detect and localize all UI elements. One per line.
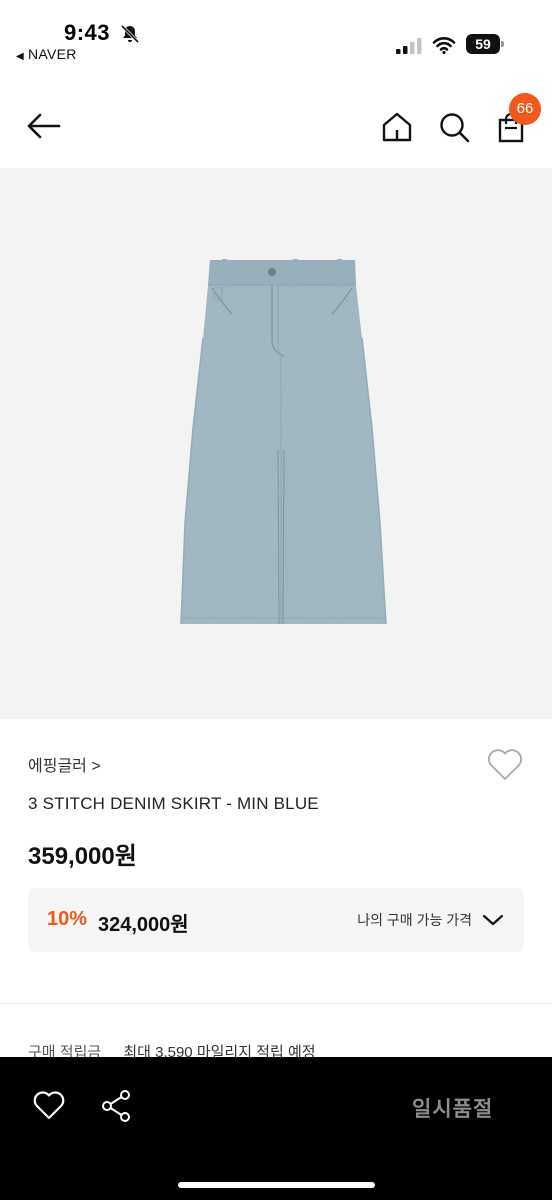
sold-out-button: 일시품절 xyxy=(412,1098,494,1121)
my-price-toggle[interactable]: 나의 구매 가능 가격 xyxy=(357,906,504,934)
cart-count-badge: 66 xyxy=(509,93,541,125)
back-app-label: NAVER xyxy=(28,46,77,62)
home-indicator xyxy=(178,1182,375,1188)
search-icon[interactable] xyxy=(437,110,471,144)
status-time: 9:43 xyxy=(64,20,111,45)
home-icon[interactable] xyxy=(380,110,414,144)
brand-link[interactable]: 에핑글러 > xyxy=(28,752,101,776)
battery-level: 59 xyxy=(466,34,500,54)
discount-rate: 10% xyxy=(47,908,88,930)
battery-indicator: 59 xyxy=(466,34,504,54)
discount-price: 324,000원 xyxy=(98,914,189,936)
app-header: 66 xyxy=(0,84,552,168)
signal-icon xyxy=(396,38,422,54)
share-icon[interactable] xyxy=(100,1089,132,1123)
wifi-icon xyxy=(432,37,456,55)
bell-slash-icon xyxy=(120,24,140,44)
heart-icon[interactable] xyxy=(486,746,524,782)
heart-icon[interactable] xyxy=(32,1089,66,1121)
section-divider xyxy=(0,1003,552,1004)
status-bar: 9:43 ◀ NAVER 59 xyxy=(0,0,552,70)
back-arrow-icon[interactable] xyxy=(24,106,64,146)
product-image[interactable] xyxy=(0,168,552,719)
product-price: 359,000원 xyxy=(28,843,137,870)
chevron-down-icon xyxy=(482,914,504,926)
bottom-action-bar: 일시품절 xyxy=(0,1057,552,1200)
discount-price-box[interactable]: 10% 324,000원 나의 구매 가능 가격 xyxy=(28,888,524,952)
back-to-app-link[interactable]: ◀ NAVER xyxy=(16,46,77,62)
my-price-label: 나의 구매 가능 가격 xyxy=(357,912,472,928)
battery-tip xyxy=(501,41,504,47)
denim-skirt-image xyxy=(180,259,387,625)
product-name: 3 STITCH DENIM SKIRT - MIN BLUE xyxy=(28,794,319,813)
